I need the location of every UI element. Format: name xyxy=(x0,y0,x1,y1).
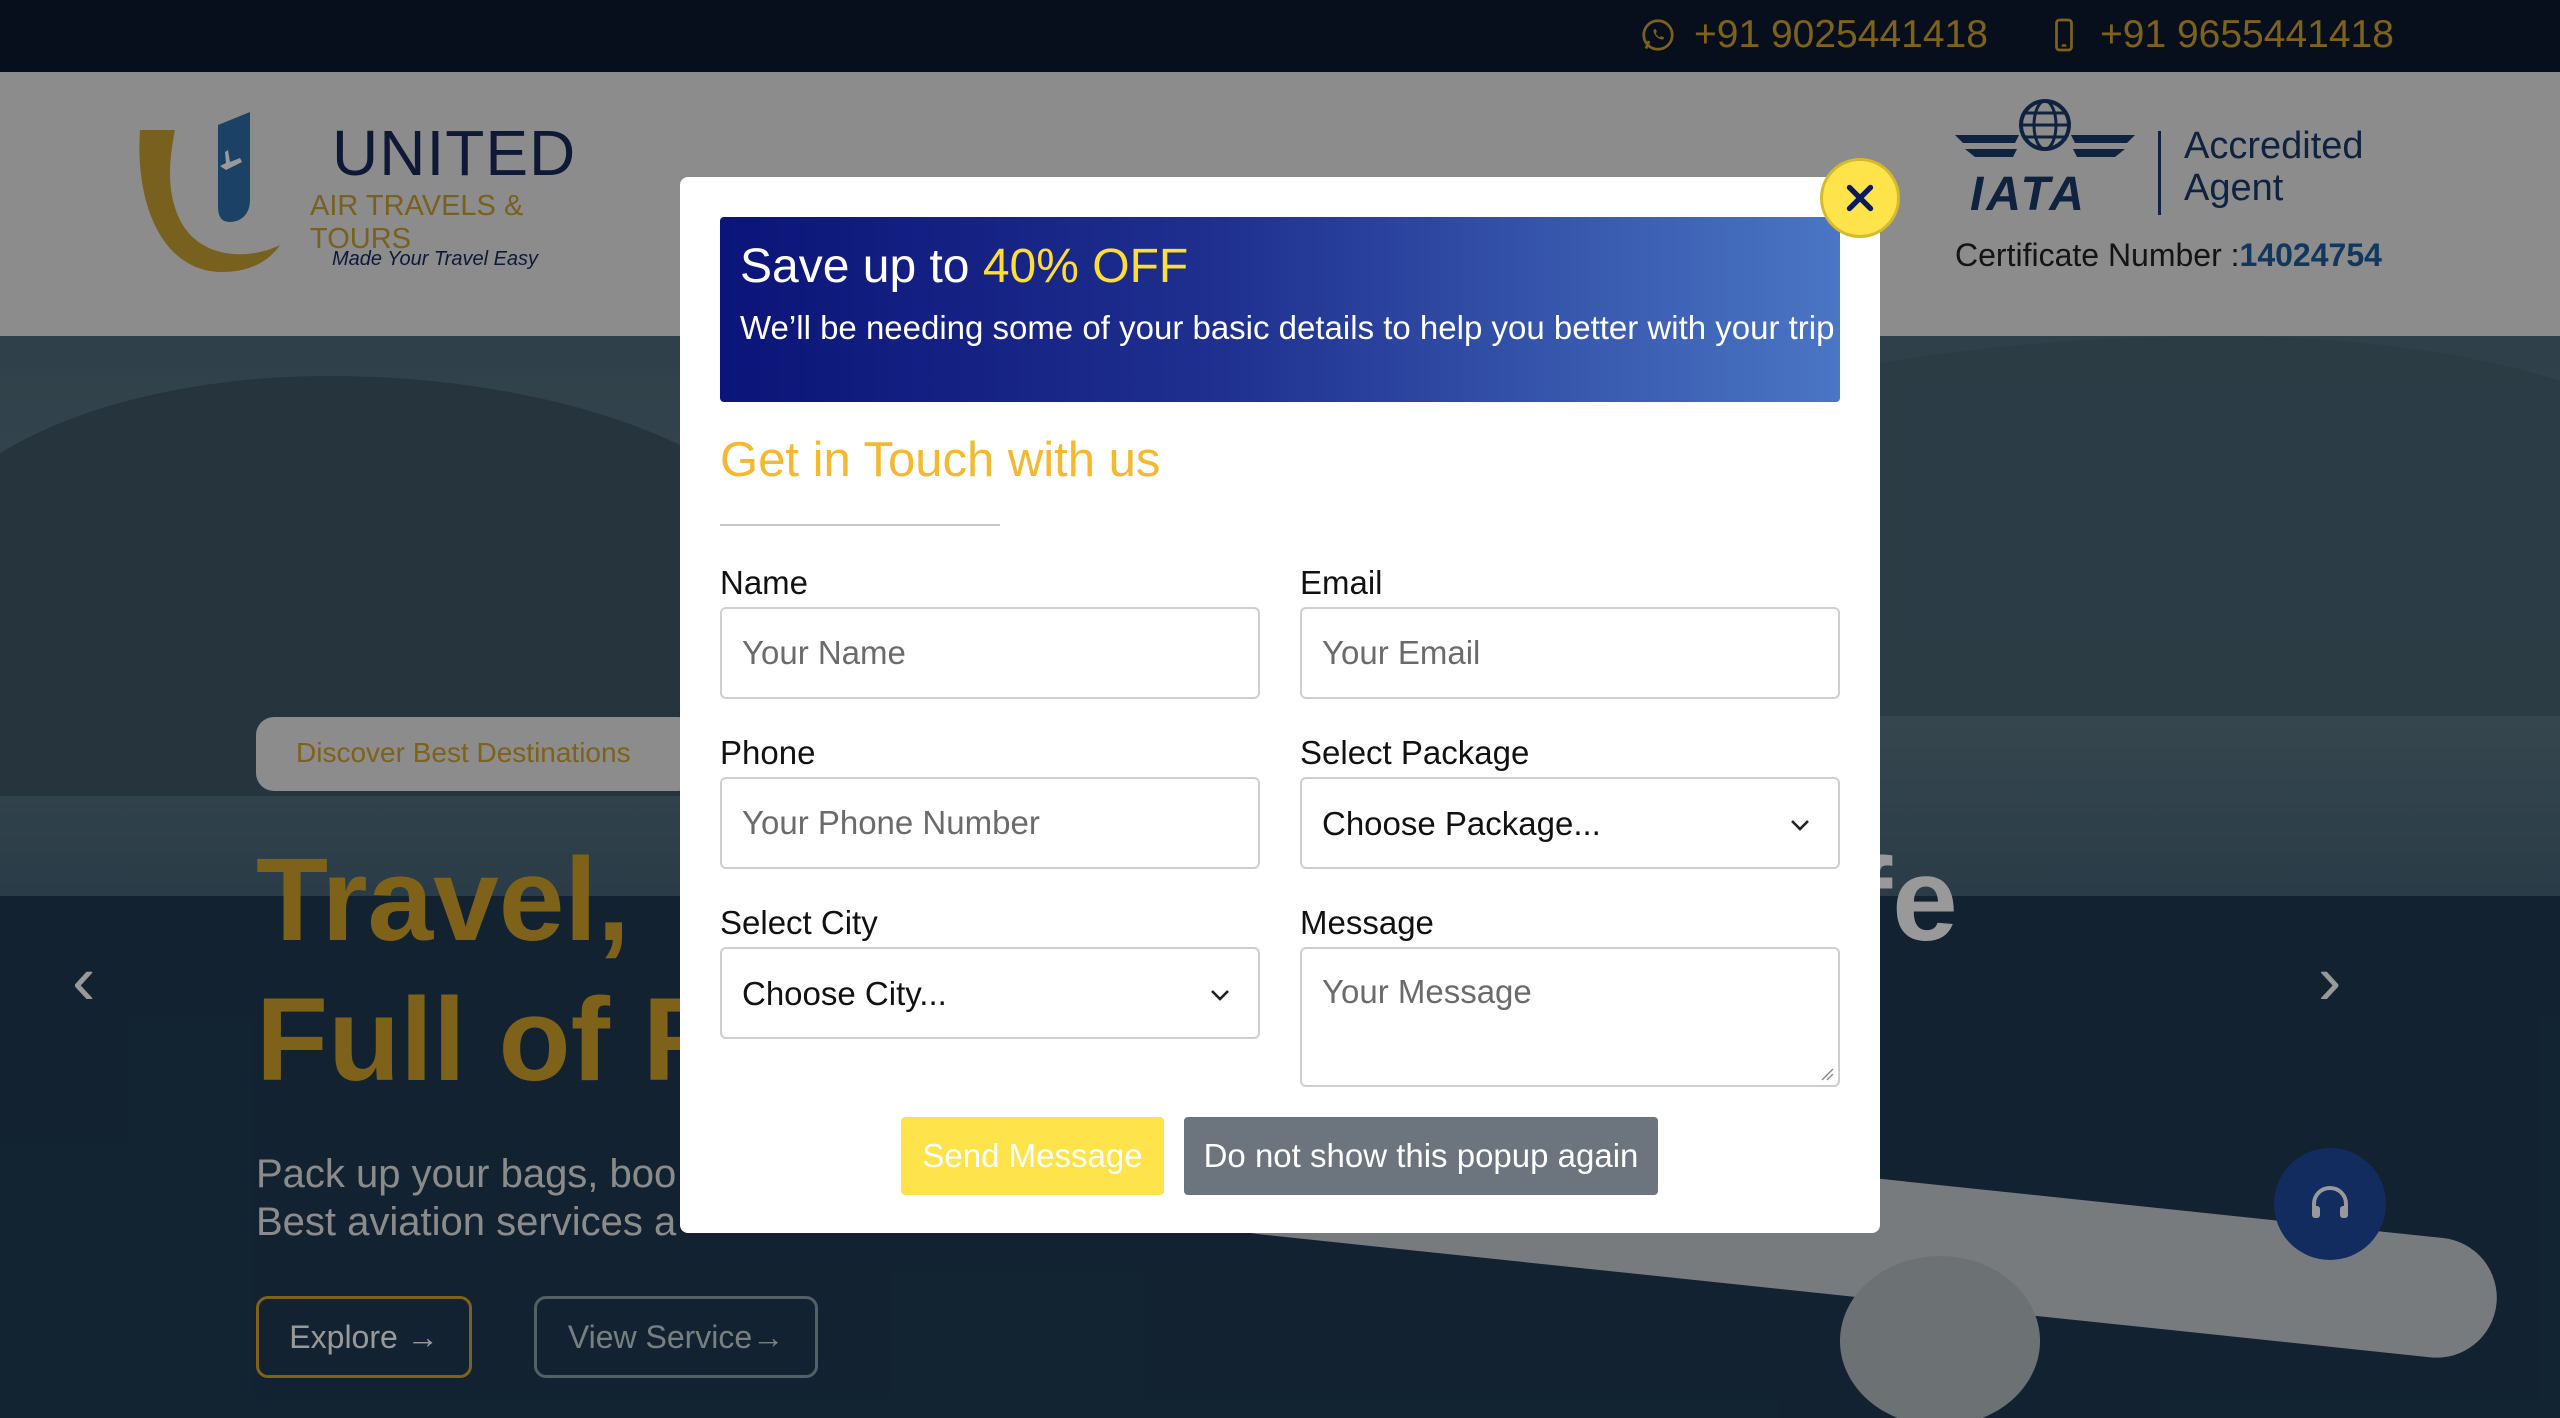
city-select[interactable]: Choose City... xyxy=(720,947,1260,1039)
name-input[interactable] xyxy=(722,609,1258,697)
dont-show-again-button[interactable]: Do not show this popup again xyxy=(1184,1117,1658,1195)
phone-label: Phone xyxy=(720,734,816,771)
message-input[interactable] xyxy=(1302,949,1838,1085)
email-input[interactable] xyxy=(1302,609,1838,697)
chevron-down-icon xyxy=(1791,820,1809,831)
message-label: Message xyxy=(1300,904,1434,941)
offer-description: We’ll be needing some of your basic deta… xyxy=(740,309,1835,346)
package-label: Select Package xyxy=(1300,734,1530,771)
email-field[interactable] xyxy=(1300,607,1840,699)
form-heading: Get in Touch with us xyxy=(720,433,1161,487)
package-selected-value: Choose Package... xyxy=(1322,805,1601,842)
city-label: Select City xyxy=(720,904,878,941)
offer-title: Save up to 40% OFF xyxy=(740,239,1188,294)
offer-banner: Save up to 40% OFF We’ll be needing some… xyxy=(720,217,1840,402)
phone-input[interactable] xyxy=(722,779,1258,867)
offer-highlight: 40% OFF xyxy=(982,240,1189,293)
send-message-button[interactable]: Send Message xyxy=(901,1117,1164,1195)
email-label: Email xyxy=(1300,564,1383,601)
package-select[interactable]: Choose Package... xyxy=(1300,777,1840,869)
heading-divider xyxy=(720,524,1000,526)
resize-handle-icon[interactable] xyxy=(1820,1067,1834,1081)
name-field[interactable] xyxy=(720,607,1260,699)
city-selected-value: Choose City... xyxy=(742,975,947,1012)
chevron-down-icon xyxy=(1211,990,1229,1001)
name-label: Name xyxy=(720,564,809,601)
phone-field[interactable] xyxy=(720,777,1260,869)
offer-title-prefix: Save up to xyxy=(740,240,983,293)
message-field[interactable] xyxy=(1300,947,1840,1087)
close-icon xyxy=(1846,184,1874,212)
contact-popup: Save up to 40% OFF We’ll be needing some… xyxy=(680,177,1880,1233)
close-popup-button[interactable] xyxy=(1820,158,1900,238)
